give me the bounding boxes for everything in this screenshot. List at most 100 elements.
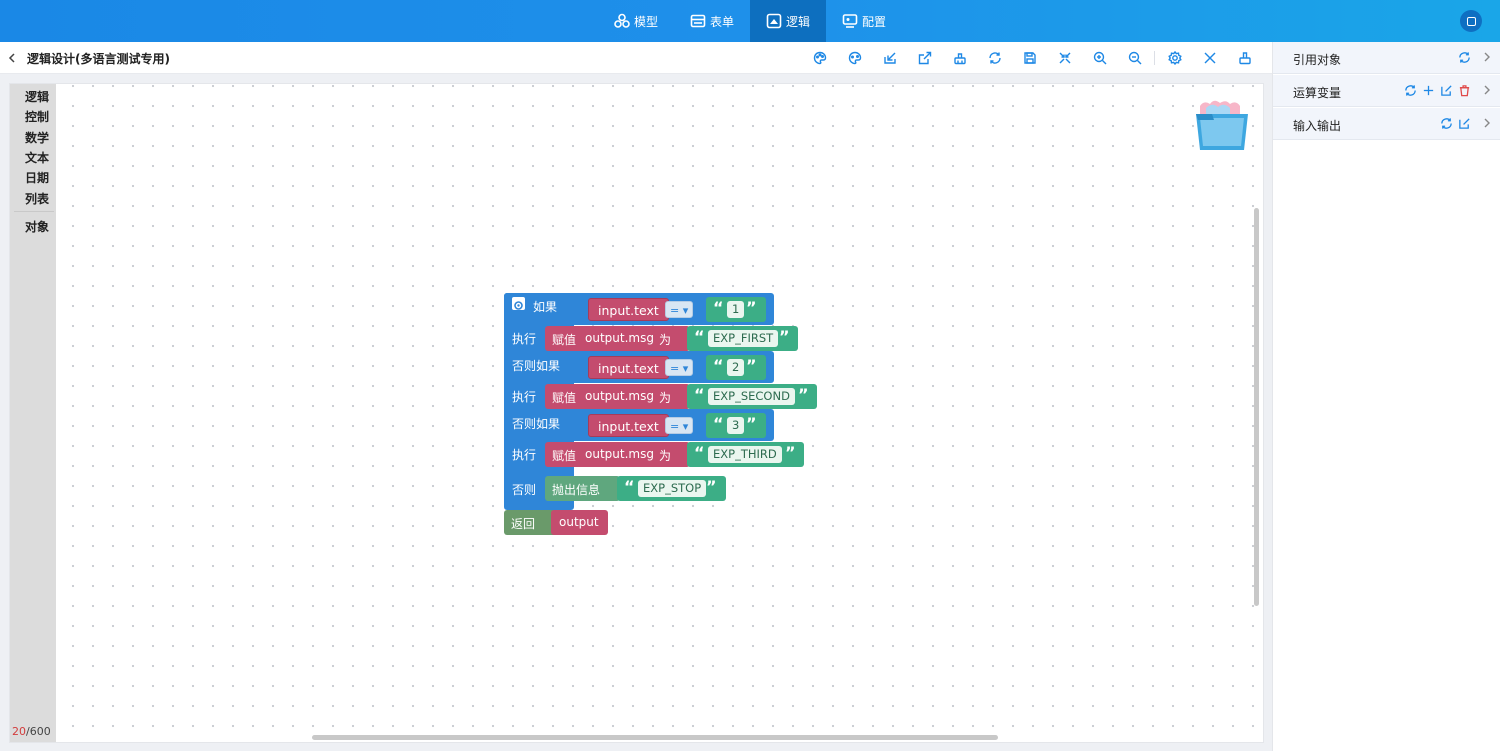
variable-input-text[interactable]: input.text bbox=[588, 414, 669, 437]
text-value[interactable]: 2 bbox=[727, 359, 745, 376]
collapse-icon[interactable] bbox=[1047, 48, 1082, 68]
mutator-gear-icon[interactable] bbox=[512, 297, 525, 310]
compare-operator-dropdown[interactable]: = ▾ bbox=[665, 301, 694, 318]
category-text[interactable]: 文本 bbox=[25, 149, 49, 166]
nav-tab-model[interactable]: 模型 bbox=[598, 0, 674, 42]
category-control[interactable]: 控制 bbox=[25, 108, 49, 125]
open-quote: “ bbox=[694, 443, 705, 462]
assign-target[interactable]: output.msg bbox=[585, 389, 654, 403]
horizontal-scrollbar[interactable] bbox=[312, 735, 998, 740]
zoom-in-icon[interactable] bbox=[1082, 48, 1117, 68]
assign-block[interactable]: 赋值 output.msg 为 bbox=[545, 442, 690, 467]
text-value[interactable]: 3 bbox=[727, 417, 745, 434]
variable-input-text[interactable]: input.text bbox=[588, 298, 669, 321]
throw-message-block[interactable]: 抛出信息 bbox=[545, 476, 620, 501]
top-nav: 模型 表单 逻辑 配置 bbox=[0, 0, 1500, 42]
chevron-right-icon[interactable] bbox=[1481, 117, 1493, 129]
refresh-icon[interactable] bbox=[977, 48, 1012, 68]
assign-block[interactable]: 赋值 output.msg 为 bbox=[545, 384, 690, 409]
palette-alt-icon[interactable] bbox=[837, 48, 872, 68]
variable-output[interactable]: output bbox=[551, 510, 608, 535]
close-quote: ” bbox=[706, 477, 717, 496]
close-icon[interactable] bbox=[1192, 48, 1227, 68]
text-value[interactable]: 1 bbox=[727, 301, 745, 318]
window-toggle-button[interactable] bbox=[1460, 10, 1482, 32]
nav-tab-label: 配置 bbox=[862, 14, 887, 29]
text-literal-block[interactable]: “ 2 ” bbox=[706, 355, 766, 380]
back-arrow-icon[interactable] bbox=[6, 50, 20, 66]
trash-can-icon[interactable] bbox=[1190, 98, 1254, 154]
clean-icon[interactable] bbox=[942, 48, 977, 68]
right-side-panel: 引用对象 运算变量 输入输出 bbox=[1272, 42, 1500, 751]
assign-target[interactable]: output.msg bbox=[585, 447, 654, 461]
import-icon[interactable] bbox=[872, 48, 907, 68]
chevron-right-icon[interactable] bbox=[1481, 51, 1493, 63]
assign-label: 赋值 bbox=[552, 333, 577, 347]
assign-target[interactable]: output.msg bbox=[585, 331, 654, 345]
elseif-label: 否则如果 bbox=[512, 417, 561, 431]
open-quote: “ bbox=[713, 356, 724, 375]
save-icon[interactable] bbox=[1012, 48, 1047, 68]
top-navigation-bar: 模型 表单 逻辑 配置 bbox=[0, 0, 1500, 42]
close-quote: ” bbox=[779, 327, 790, 346]
settings-icon[interactable] bbox=[1157, 48, 1192, 68]
toolbar-actions bbox=[802, 48, 1262, 68]
open-quote: “ bbox=[713, 298, 724, 317]
category-math[interactable]: 数学 bbox=[25, 129, 49, 146]
nav-tab-logic[interactable]: 逻辑 bbox=[750, 0, 827, 42]
nav-tab-config[interactable]: 配置 bbox=[826, 0, 902, 42]
if-label: 如果 bbox=[533, 300, 558, 314]
refresh-icon[interactable] bbox=[1404, 84, 1417, 97]
editor-toolbar: 逻辑设计(多语言测试专用) bbox=[0, 42, 1272, 74]
text-value[interactable]: EXP_SECOND bbox=[708, 388, 795, 405]
nav-tab-label: 表单 bbox=[709, 14, 734, 29]
edit-icon[interactable] bbox=[1440, 84, 1453, 97]
panel-row-actions bbox=[1440, 117, 1471, 130]
category-list[interactable]: 列表 bbox=[25, 190, 49, 207]
else-label: 否则 bbox=[512, 483, 537, 497]
panel-row-input-output[interactable]: 输入输出 bbox=[1273, 108, 1500, 140]
nav-tab-form[interactable]: 表单 bbox=[674, 0, 750, 42]
panel-row-actions bbox=[1458, 51, 1471, 64]
assign-block[interactable]: 赋值 output.msg 为 bbox=[545, 326, 690, 351]
palette-icon[interactable] bbox=[802, 48, 837, 68]
text-literal-block[interactable]: “ EXP_STOP ” bbox=[617, 476, 726, 501]
blockly-workspace: 逻辑 控制 数学 文本 日期 列表 对象 20/600 如果 执行 否则如果 执… bbox=[9, 83, 1264, 743]
zoom-out-icon[interactable] bbox=[1117, 48, 1152, 68]
compare-operator-dropdown[interactable]: = ▾ bbox=[665, 359, 694, 376]
return-block[interactable]: 返回 bbox=[504, 510, 554, 535]
category-object[interactable]: 对象 bbox=[25, 218, 49, 235]
refresh-icon[interactable] bbox=[1458, 51, 1471, 64]
category-logic[interactable]: 逻辑 bbox=[25, 88, 49, 105]
panel-row-calc-variables[interactable]: 运算变量 bbox=[1273, 75, 1500, 107]
text-literal-block[interactable]: “ EXP_SECOND ” bbox=[687, 384, 817, 409]
do-label: 执行 bbox=[512, 332, 537, 346]
page-title: 逻辑设计(多语言测试专用) bbox=[27, 52, 170, 66]
text-value[interactable]: EXP_THIRD bbox=[708, 446, 782, 463]
text-literal-block[interactable]: “ 1 ” bbox=[706, 297, 766, 322]
chevron-right-icon[interactable] bbox=[1481, 84, 1493, 96]
category-date[interactable]: 日期 bbox=[25, 169, 49, 186]
brush-icon[interactable] bbox=[1227, 48, 1262, 68]
plus-icon[interactable] bbox=[1422, 84, 1435, 97]
refresh-icon[interactable] bbox=[1440, 117, 1453, 130]
text-literal-block[interactable]: “ EXP_THIRD ” bbox=[687, 442, 804, 467]
text-value[interactable]: EXP_FIRST bbox=[708, 330, 779, 347]
block-count-total: /600 bbox=[26, 725, 51, 738]
compare-operator-dropdown[interactable]: = ▾ bbox=[665, 417, 694, 434]
text-literal-block[interactable]: “ 3 ” bbox=[706, 413, 766, 438]
delete-icon[interactable] bbox=[1458, 84, 1471, 97]
variable-input-text[interactable]: input.text bbox=[588, 356, 669, 379]
block-canvas[interactable]: 如果 执行 否则如果 执行 否则如果 执行 否则 input.text = ▾ … bbox=[56, 84, 1263, 742]
edit-icon[interactable] bbox=[1458, 117, 1471, 130]
variable-output-label: output bbox=[559, 515, 599, 529]
text-value[interactable]: EXP_STOP bbox=[638, 480, 707, 497]
panel-row-referenced-objects[interactable]: 引用对象 bbox=[1273, 42, 1500, 74]
close-quote: ” bbox=[785, 443, 796, 462]
config-icon bbox=[842, 13, 858, 29]
export-icon[interactable] bbox=[907, 48, 942, 68]
vertical-scrollbar[interactable] bbox=[1254, 208, 1259, 606]
text-literal-block[interactable]: “ EXP_FIRST ” bbox=[687, 326, 798, 351]
logic-icon bbox=[766, 13, 782, 29]
open-quote: “ bbox=[694, 327, 705, 346]
